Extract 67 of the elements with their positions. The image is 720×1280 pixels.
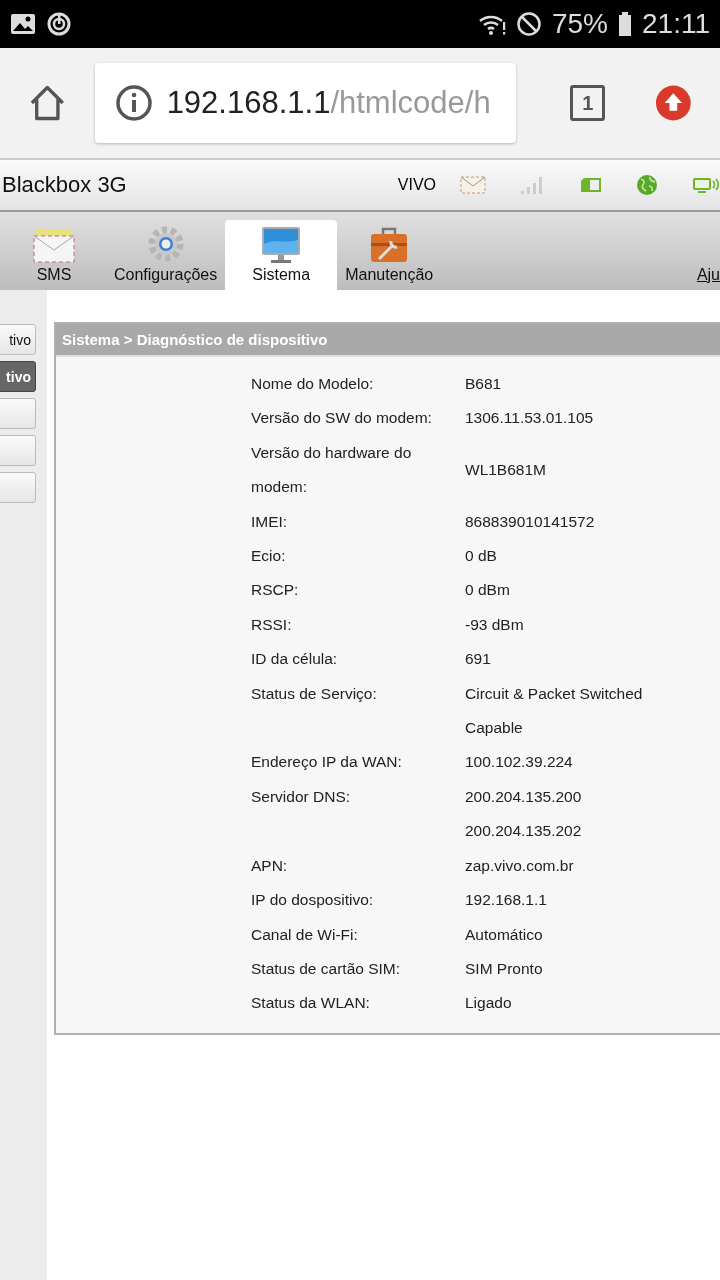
field-label: Status de cartão SIM: — [251, 958, 402, 979]
carrier-name: VIVO — [397, 176, 436, 194]
field-label: RSCP: — [251, 580, 300, 601]
field-value: B681 — [465, 374, 503, 394]
gear-icon — [145, 224, 186, 264]
router-title: Blackbox 3G — [2, 172, 127, 198]
home-icon[interactable] — [28, 84, 67, 122]
sim-card-icon — [580, 177, 602, 193]
blocked-icon — [515, 11, 542, 37]
sidebar-item[interactable] — [0, 435, 36, 466]
field-value: WL1B681M — [465, 460, 547, 480]
url-host: 192.168.1.1 — [166, 85, 331, 121]
wifi-monitor-icon — [692, 175, 720, 195]
battery-percent: 75% — [551, 8, 608, 40]
field-value: 0 dBm — [465, 580, 511, 601]
address-bar[interactable]: 192.168.1.1/htmlcode/h — [94, 63, 517, 143]
field-value: -93 dBm — [465, 614, 525, 635]
field-value: Automático — [465, 924, 544, 945]
field-label: Ecio: — [251, 546, 287, 567]
field-value: zap.vivo.com.br — [465, 855, 575, 876]
field-label: ID da célula: — [251, 649, 339, 670]
monitor-icon — [261, 226, 302, 264]
field-label: IMEI: — [251, 511, 289, 532]
nav-tab[interactable]: Manutenção — [337, 220, 442, 290]
field-label: Status da WLAN: — [251, 993, 371, 1014]
field-label: Nome do Modelo: — [251, 374, 375, 394]
clock: 21:11 — [642, 8, 710, 40]
field-value: 100.102.39.224 — [465, 752, 574, 773]
field-label: IP do dospositivo: — [251, 890, 375, 911]
nav-tab[interactable]: Configurações — [106, 220, 226, 290]
sidebar-item[interactable]: tivo — [0, 361, 36, 392]
nav-tab[interactable]: Sistema — [225, 220, 338, 290]
envelope-icon — [32, 228, 76, 264]
field-label: Endereço IP da WAN: — [251, 752, 403, 773]
field-label: APN: — [251, 855, 289, 876]
sidebar-item[interactable]: tivo — [0, 324, 36, 355]
field-value: 200.204.135.202 — [465, 821, 583, 842]
field-value: SIM Pronto — [465, 958, 544, 979]
url-path: /htmlcode/h — [330, 85, 491, 121]
field-value: 200.204.135.200 — [465, 786, 583, 807]
field-value: 0 dB — [465, 546, 498, 567]
field-value: 868839010141572 — [465, 511, 596, 532]
field-value: 192.168.1.1 — [465, 890, 548, 911]
field-value: 691 — [465, 649, 492, 670]
field-value: 1306.11.53.01.105 — [465, 408, 595, 429]
field-label: Servidor DNS: — [251, 786, 352, 807]
tab-count[interactable]: 1 — [570, 85, 606, 121]
field-label: Status de Serviço: — [251, 683, 378, 704]
sync-icon — [46, 11, 72, 37]
envelope-icon — [460, 176, 486, 194]
sidebar-item[interactable] — [0, 472, 36, 503]
globe-icon — [636, 174, 658, 196]
nav-tab[interactable]: SMS — [2, 220, 106, 290]
upload-icon[interactable] — [655, 84, 692, 122]
toolbox-icon — [369, 226, 410, 264]
field-value: Circuit & Packet Switched Capable — [465, 683, 644, 739]
sidebar-item[interactable] — [0, 398, 36, 429]
info-icon — [114, 84, 153, 122]
battery-icon — [618, 11, 632, 37]
help-link[interactable]: Aju — [696, 266, 720, 290]
gallery-icon — [10, 13, 36, 35]
field-label: Versão do SW do modem: — [251, 408, 433, 429]
field-label: Versão do hardware do modem: — [251, 442, 413, 498]
field-label: Canal de Wi-Fi: — [251, 924, 359, 945]
field-label: RSSI: — [251, 614, 293, 635]
panel-title: Sistema > Diagnóstico de dispositivo — [56, 324, 720, 357]
field-value: Ligado — [465, 993, 513, 1014]
